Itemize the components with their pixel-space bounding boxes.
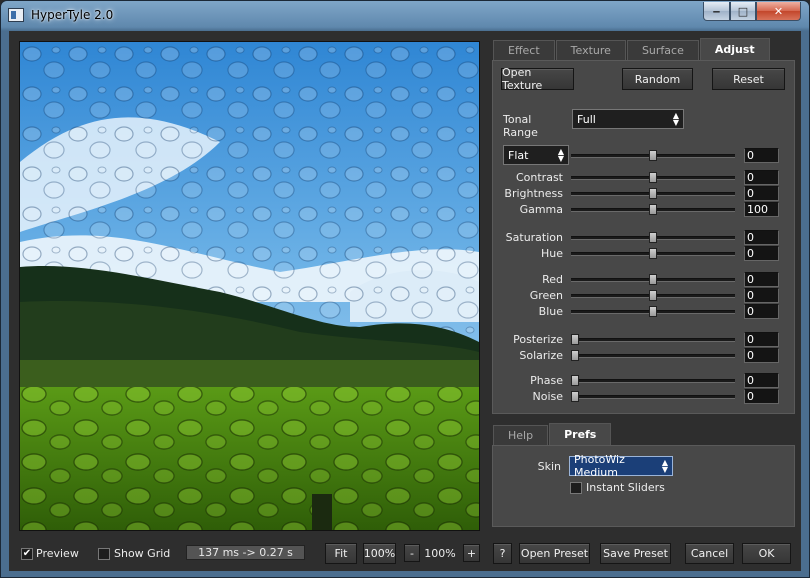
show-grid-label: Show Grid <box>114 547 171 560</box>
saturation-slider-thumb[interactable] <box>649 232 657 243</box>
updown-arrows-icon: ▲ ▼ <box>672 111 679 127</box>
noise-slider-thumb[interactable] <box>571 391 579 402</box>
red-slider-thumb[interactable] <box>649 274 657 285</box>
phase-label: Phase <box>530 374 563 387</box>
open-preset-button[interactable]: Open Preset <box>519 543 590 564</box>
phase-slider-thumb[interactable] <box>571 375 579 386</box>
tab-texture[interactable]: Texture <box>555 40 626 60</box>
window-title: HyperTyle 2.0 <box>31 8 114 22</box>
reset-button[interactable]: Reset <box>712 68 785 90</box>
tonal-range-value: Full <box>577 112 596 126</box>
title-bar[interactable]: HyperTyle 2.0 ‒ □ ✕ <box>1 1 809 31</box>
show-grid-checkbox[interactable] <box>98 548 110 560</box>
preview-image[interactable] <box>19 41 480 531</box>
zoom-100-button[interactable]: 100% <box>363 543 396 564</box>
blue-slider-thumb[interactable] <box>649 306 657 317</box>
instant-sliders-label: Instant Sliders <box>586 481 665 494</box>
prefs-tabbar: Help Prefs <box>493 423 612 445</box>
saturation-value-field[interactable]: 0 <box>744 230 779 245</box>
prefs-panel: Skin PhotoWiz Medium ▲ ▼ Instant Sliders <box>492 445 795 527</box>
solarize-value-field[interactable]: 0 <box>744 348 779 363</box>
skin-label: Skin <box>537 460 561 473</box>
updown-arrows-icon: ▲ ▼ <box>661 458 668 474</box>
maximize-button[interactable]: □ <box>730 2 756 21</box>
red-label: Red <box>542 273 563 286</box>
brightness-label: Brightness <box>504 187 563 200</box>
mode-value: Flat <box>508 148 529 162</box>
contrast-value-field[interactable]: 0 <box>744 170 779 185</box>
mode-select[interactable]: Flat ▲ ▼ <box>503 145 569 165</box>
hue-value-field[interactable]: 0 <box>744 246 779 261</box>
zoom-in-button[interactable]: + <box>463 544 480 562</box>
tab-prefs[interactable]: Prefs <box>549 423 612 445</box>
phase-value-field[interactable]: 0 <box>744 373 779 388</box>
gamma-slider-thumb[interactable] <box>649 204 657 215</box>
tab-adjust[interactable]: Adjust <box>699 38 770 60</box>
green-value-field[interactable]: 0 <box>744 288 779 303</box>
hue-slider-thumb[interactable] <box>649 248 657 259</box>
timing-readout: 137 ms -> 0.27 s <box>186 545 305 560</box>
app-icon <box>8 8 24 22</box>
noise-slider-track[interactable] <box>571 395 735 399</box>
skin-value: PhotoWiz Medium <box>574 453 625 479</box>
saturation-label: Saturation <box>505 231 563 244</box>
tab-help[interactable]: Help <box>493 425 549 445</box>
gamma-value-field[interactable]: 100 <box>744 202 779 217</box>
app-window: HyperTyle 2.0 ‒ □ ✕ Effect Texture Surfa… <box>0 0 810 578</box>
green-slider-thumb[interactable] <box>649 290 657 301</box>
open-texture-button[interactable]: Open Texture <box>501 66 574 92</box>
cancel-button[interactable]: Cancel <box>685 543 734 564</box>
instant-sliders-checkbox[interactable] <box>570 482 582 494</box>
preview-checkbox[interactable]: ✔ <box>21 548 33 560</box>
posterize-slider-thumb[interactable] <box>571 334 579 345</box>
random-button[interactable]: Random <box>622 68 693 90</box>
posterize-value-field[interactable]: 0 <box>744 332 779 347</box>
green-label: Green <box>529 289 563 302</box>
ok-button[interactable]: OK <box>742 543 791 564</box>
preview-label: Preview <box>36 547 79 560</box>
tab-effect[interactable]: Effect <box>493 40 555 60</box>
tonal-range-label: Tonal Range <box>503 113 538 139</box>
brightness-value-field[interactable]: 0 <box>744 186 779 201</box>
tab-surface[interactable]: Surface <box>626 40 699 60</box>
minimize-button[interactable]: ‒ <box>703 2 730 21</box>
fit-button[interactable]: Fit <box>325 543 357 564</box>
adjust-tabbar: Effect Texture Surface Adjust <box>493 38 771 60</box>
blue-value-field[interactable]: 0 <box>744 304 779 319</box>
blue-label: Blue <box>538 305 563 318</box>
noise-value-field[interactable]: 0 <box>744 389 779 404</box>
posterize-label: Posterize <box>513 333 563 346</box>
close-button[interactable]: ✕ <box>756 2 801 21</box>
gamma-label: Gamma <box>519 203 563 216</box>
solarize-slider-thumb[interactable] <box>571 350 579 361</box>
noise-label: Noise <box>532 390 563 403</box>
mode-amount-field[interactable]: 0 <box>744 148 779 163</box>
phase-slider-track[interactable] <box>571 379 735 383</box>
zoom-out-button[interactable]: - <box>404 544 420 562</box>
solarize-label: Solarize <box>519 349 563 362</box>
adjust-panel: Open Texture Random Reset Tonal Range Fu… <box>492 60 795 414</box>
tonal-range-select[interactable]: Full ▲ ▼ <box>572 109 684 129</box>
contrast-slider-thumb[interactable] <box>649 172 657 183</box>
mode-slider-thumb[interactable] <box>649 150 657 161</box>
solarize-slider-track[interactable] <box>571 354 735 358</box>
skin-select[interactable]: PhotoWiz Medium ▲ ▼ <box>569 453 673 479</box>
hue-label: Hue <box>540 247 563 260</box>
updown-arrows-icon: ▲ ▼ <box>557 147 564 163</box>
preview-landscape-image <box>20 42 479 530</box>
client-area: Effect Texture Surface Adjust Open Textu… <box>9 31 801 571</box>
save-preset-button[interactable]: Save Preset <box>600 543 671 564</box>
red-value-field[interactable]: 0 <box>744 272 779 287</box>
posterize-slider-track[interactable] <box>571 338 735 342</box>
contrast-label: Contrast <box>515 171 563 184</box>
zoom-level: 100% <box>424 547 456 560</box>
brightness-slider-thumb[interactable] <box>649 188 657 199</box>
help-button[interactable]: ? <box>493 543 512 564</box>
